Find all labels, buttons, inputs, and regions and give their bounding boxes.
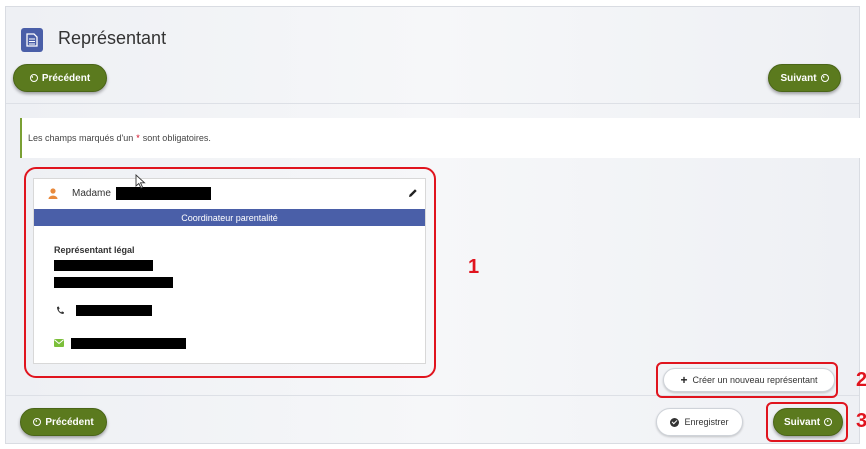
arrow-left-circle-icon [29,74,38,82]
arrow-right-circle-icon [820,74,829,82]
divider [6,103,859,104]
required-fields-notice: Les champs marqués d'un * sont obligatoi… [20,118,860,158]
document-icon [21,28,43,52]
annotation-number-3: 3 [856,410,866,432]
annotation-box-2 [656,362,838,398]
notice-text: Les champs marqués d'un [28,133,134,143]
save-button-label: Enregistrer [684,417,729,427]
save-button[interactable]: Enregistrer [656,408,743,436]
previous-button-label: Précédent [41,72,91,84]
next-button-label: Suivant [780,72,817,84]
page-title: Représentant [58,28,167,48]
check-circle-icon [670,417,680,427]
annotation-box-1 [24,167,436,378]
notice-text-end: sont obligatoires. [142,133,211,143]
arrow-left-circle-icon [33,418,42,426]
next-button-top[interactable]: Suivant [768,64,841,92]
annotation-number-1: 1 [468,256,480,278]
annotation-box-3 [766,402,848,442]
previous-button-label: Précédent [45,416,94,428]
previous-button-bottom[interactable]: Précédent [20,408,107,436]
previous-button-top[interactable]: Précédent [13,64,107,92]
required-asterisk: * [136,133,140,143]
annotation-number-2: 2 [856,369,866,391]
